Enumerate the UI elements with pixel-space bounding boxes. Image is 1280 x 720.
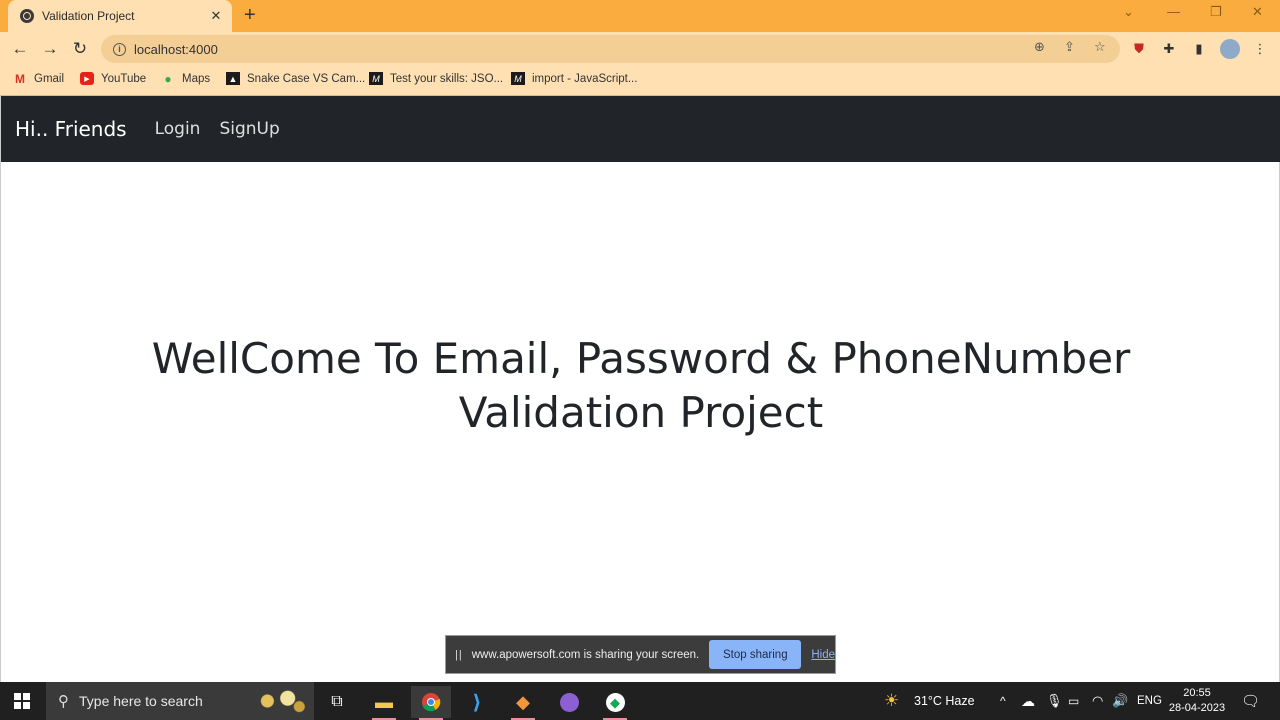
hero-line-2: Validation Project	[458, 388, 824, 437]
bookmark-label: Maps	[182, 72, 211, 85]
mongodb-leaf: ◆	[605, 692, 625, 712]
notifications-icon[interactable]: 🗨	[1241, 682, 1260, 720]
zoom-icon[interactable]: ⊕	[1034, 39, 1045, 55]
git-icon[interactable]: ◆	[503, 686, 543, 720]
restore-icon[interactable]: ❐	[1210, 4, 1222, 20]
search-icon: ⚲	[58, 693, 69, 710]
weather-sun-icon[interactable]: ☀	[884, 682, 899, 720]
chrome-icon[interactable]	[411, 686, 451, 720]
bookmark-gmail[interactable]: M Gmail	[13, 71, 65, 86]
bookmark-label: Snake Case VS Cam...	[247, 72, 366, 85]
taskbar: ⚲ Type here to search ⧉ ▬ ⟩ ◆ ◆ ☀ 31°C H…	[0, 682, 1280, 720]
search-placeholder: Type here to search	[79, 693, 203, 709]
weather-text[interactable]: 31°C Haze	[914, 682, 975, 720]
puzzle-extensions-icon[interactable]: ✚	[1161, 41, 1177, 57]
hero-heading: WellCome To Email, Password & PhoneNumbe…	[1, 332, 1280, 440]
navbar-brand[interactable]: Hi.. Friends	[15, 117, 127, 141]
tab-title: Validation Project	[42, 9, 135, 23]
maps-pin-icon: ●	[164, 71, 172, 86]
back-arrow-icon[interactable]: ←	[9, 38, 31, 60]
bookmarks-bar: M Gmail ▶ YouTube ● Maps ▲ Snake Case VS…	[0, 66, 1280, 96]
close-window-icon[interactable]: ✕	[1252, 4, 1263, 20]
bookmark-star-icon[interactable]: ☆	[1094, 39, 1106, 55]
file-explorer-icon[interactable]: ▬	[364, 686, 404, 720]
volume-icon[interactable]: 🔊	[1112, 682, 1128, 720]
shield-extension-icon[interactable]: ⛊	[1131, 41, 1147, 57]
bookmark-maps[interactable]: ● Maps	[161, 71, 211, 86]
minimize-icon[interactable]: —	[1167, 4, 1180, 19]
tab-search-chevron-icon[interactable]: ⌄	[1123, 4, 1134, 20]
bookmark-label: Test your skills: JSO...	[390, 72, 504, 85]
task-view-icon[interactable]: ⧉	[317, 686, 357, 718]
mongodb-compass-icon[interactable]: ◆	[595, 686, 635, 720]
gmail-icon: M	[15, 71, 25, 86]
bookmark-import-js[interactable]: M import - JavaScript...	[511, 72, 637, 85]
bookmark-label: YouTube	[101, 72, 147, 85]
clock-date: 28-04-2023	[1168, 702, 1226, 714]
share-icon[interactable]: ⇪	[1064, 39, 1075, 55]
forward-arrow-icon[interactable]: →	[39, 38, 61, 60]
tray-chevron-icon[interactable]: ^	[1000, 682, 1006, 720]
mdn-logo-icon: M	[369, 72, 383, 85]
menu-kebab-icon[interactable]: ⋮	[1252, 41, 1268, 57]
bookmark-test-skills[interactable]: M Test your skills: JSO...	[369, 72, 503, 85]
bookmark-youtube[interactable]: ▶ YouTube	[80, 72, 146, 85]
reload-icon[interactable]: ↻	[69, 38, 91, 60]
taskbar-search[interactable]: ⚲ Type here to search	[46, 682, 314, 720]
tab-close-icon[interactable]: ✕	[208, 8, 224, 24]
bookmark-snake-case[interactable]: ▲ Snake Case VS Cam...	[226, 72, 365, 85]
pause-icon: ||	[455, 648, 463, 661]
web-page: Hi.. Friends Login SignUp WellCome To Em…	[0, 96, 1280, 682]
vscode-icon[interactable]: ⟩	[457, 686, 497, 718]
nav-link-login[interactable]: Login	[155, 119, 201, 139]
stop-sharing-button[interactable]: Stop sharing	[709, 640, 802, 669]
hide-link[interactable]: Hide	[811, 649, 835, 661]
address-bar[interactable]: i localhost:4000	[101, 35, 1120, 63]
windows-start-icon[interactable]	[14, 693, 30, 709]
youtube-icon: ▶	[80, 72, 94, 85]
microphone-icon[interactable]: 🎙	[1046, 682, 1063, 720]
search-highlight-image	[250, 687, 308, 715]
profile-avatar[interactable]	[1220, 39, 1240, 59]
nav-link-signup[interactable]: SignUp	[219, 119, 279, 139]
share-message: www.apowersoft.com is sharing your scree…	[471, 648, 700, 661]
info-icon[interactable]: i	[113, 42, 126, 56]
screen-share-bar: || www.apowersoft.com is sharing your sc…	[445, 635, 836, 674]
bookmark-label: Gmail	[34, 72, 65, 85]
bookmark-label: import - JavaScript...	[532, 72, 638, 85]
battery-icon[interactable]: ▭	[1068, 682, 1079, 720]
tab-validation-project[interactable]: Validation Project ✕	[8, 0, 232, 32]
mdn-logo-icon: M	[511, 72, 525, 85]
language-indicator[interactable]: ENG	[1137, 682, 1162, 720]
hero-line-1: WellCome To Email, Password & PhoneNumbe…	[151, 334, 1131, 383]
github-desktop-icon[interactable]	[549, 686, 589, 718]
site-logo-icon: ▲	[226, 72, 240, 85]
onedrive-cloud-icon[interactable]: ☁	[1021, 682, 1035, 720]
chrome-logo	[422, 693, 441, 712]
site-navbar: Hi.. Friends Login SignUp	[1, 96, 1280, 162]
github-logo	[559, 692, 579, 712]
clock-time: 20:55	[1183, 687, 1211, 699]
side-panel-icon[interactable]: ▮	[1191, 41, 1207, 57]
globe-icon	[20, 9, 34, 23]
new-tab-button[interactable]: +	[244, 5, 256, 25]
browser-toolbar: ← → ↻ i localhost:4000 ⊕ ⇪ ☆ ⛊ ✚ ▮ ⋮	[0, 32, 1280, 66]
tab-strip: Validation Project ✕ + ⌄ — ❐ ✕	[0, 0, 1280, 32]
wifi-icon[interactable]: ◠	[1092, 682, 1103, 720]
clock[interactable]: 20:55 28-04-2023	[1162, 686, 1232, 716]
url-text[interactable]: localhost:4000	[134, 42, 218, 57]
